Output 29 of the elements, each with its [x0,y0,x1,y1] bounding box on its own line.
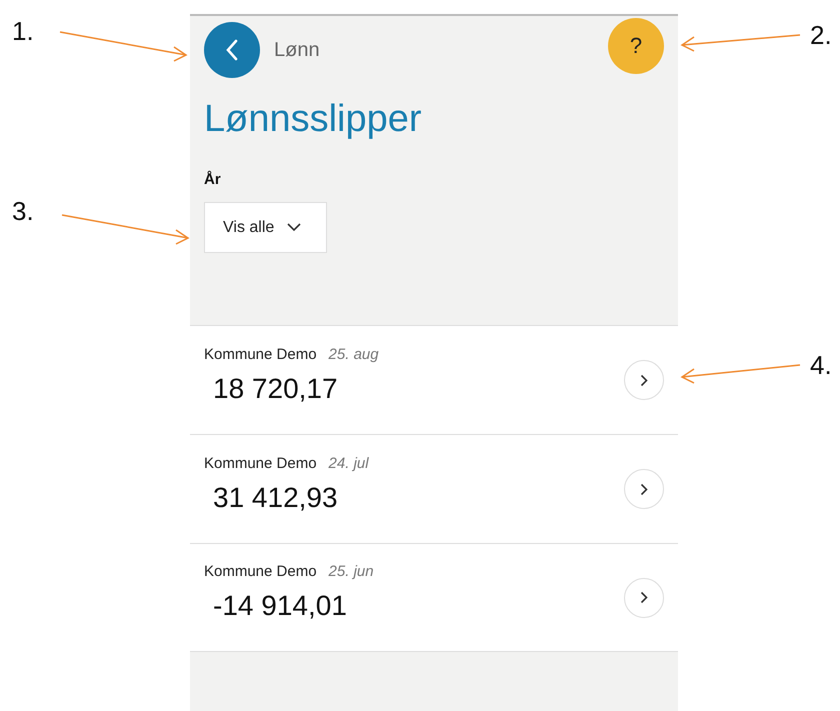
page-title: Lønnsslipper [204,98,423,141]
payslip-amount: 18 720,17 [213,372,339,404]
callout-number: 2. [810,20,832,51]
payslip-row[interactable]: Kommune Demo 24. jul 31 412,93 [190,434,678,543]
chevron-right-icon [640,591,648,604]
payslip-row[interactable]: Kommune Demo 25. aug 18 720,17 [190,325,678,434]
callout-number: 1. [12,16,34,47]
chevron-right-icon [640,374,648,386]
chevron-left-icon [225,39,239,61]
payslip-date: 24. jul [328,454,369,472]
employer-name: Kommune Demo [204,346,317,362]
employer-name: Kommune Demo [204,454,317,472]
year-label: År [204,171,222,188]
callout-number: 3. [12,196,34,227]
chevron-right-icon [640,482,648,496]
year-dropdown[interactable]: Vis alle [204,202,327,253]
open-button[interactable] [624,578,664,618]
help-button[interactable]: ? [608,18,664,74]
open-button[interactable] [624,469,664,509]
chevron-down-icon [287,223,302,232]
payslip-date: 25. jun [328,563,374,580]
employer-name: Kommune Demo [204,563,317,580]
callout-number: 4. [810,350,832,381]
back-link[interactable]: Lønn [274,38,320,62]
payslip-amount: -14 914,01 [213,590,348,622]
payslip-amount: 31 412,93 [213,482,339,514]
open-button[interactable] [624,360,664,400]
payslip-row[interactable]: Kommune Demo 25. jun -14 914,01 [190,543,678,652]
payslip-date: 25. aug [328,346,379,362]
